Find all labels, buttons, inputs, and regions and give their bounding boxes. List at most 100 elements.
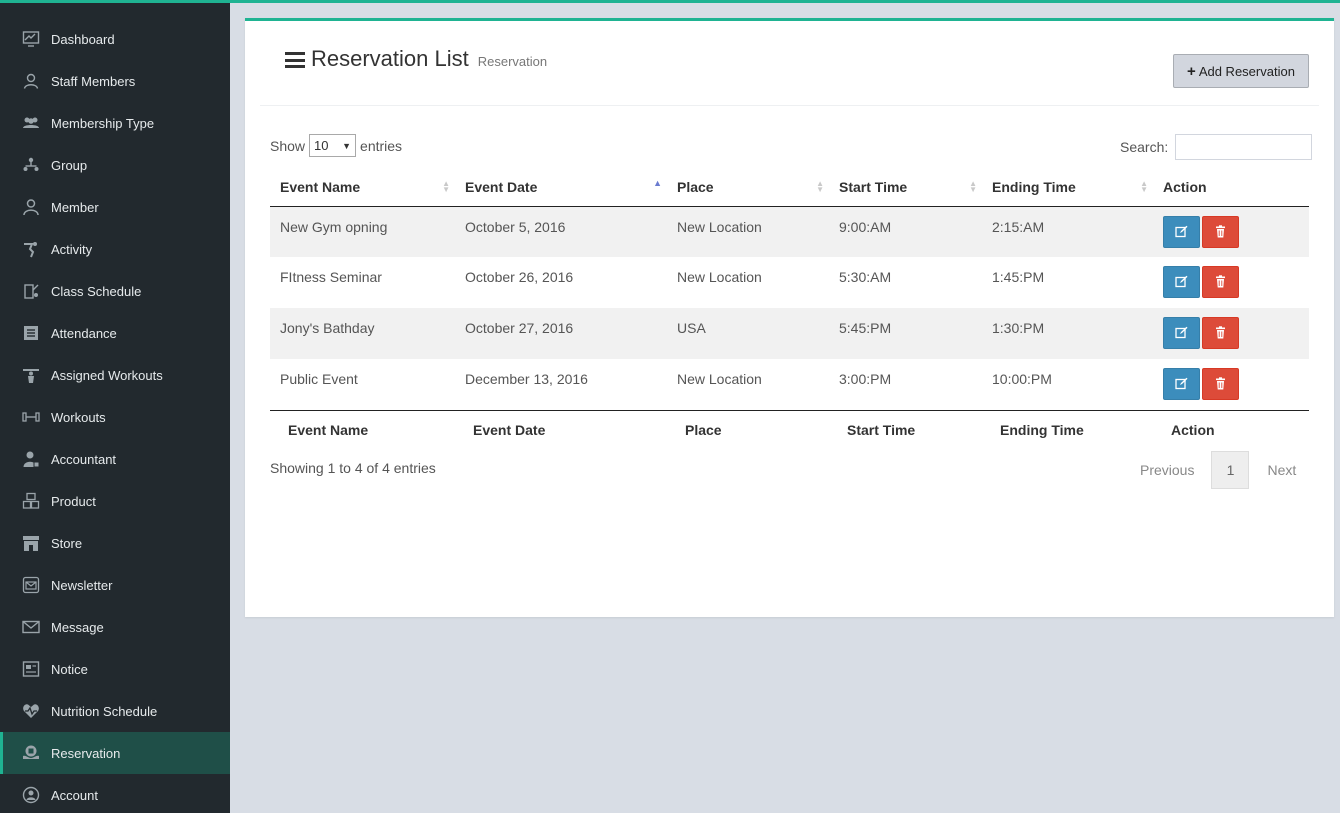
sidebar-item-activity[interactable]: Activity bbox=[0, 228, 230, 270]
sidebar-item-label: Attendance bbox=[51, 325, 117, 341]
column-header-event-name[interactable]: Event Name ▲ ▼ bbox=[270, 169, 455, 207]
sidebar-item-label: Account bbox=[51, 787, 98, 803]
edit-button[interactable] bbox=[1163, 215, 1200, 248]
sidebar-item-membership-type[interactable]: Membership Type bbox=[0, 102, 230, 144]
sidebar-item-label: Store bbox=[51, 535, 83, 551]
membership-icon bbox=[21, 113, 41, 133]
sidebar-item-workouts[interactable]: Workouts bbox=[0, 396, 230, 438]
group-icon bbox=[21, 155, 41, 175]
column-header-ending-time[interactable]: Ending Time ▲ ▼ bbox=[982, 169, 1153, 207]
footer-ending-time: Ending Time bbox=[982, 409, 1153, 450]
table-row: FItness Seminar October 26, 2016 New Loc… bbox=[270, 257, 1309, 308]
table-header-row: Event Name ▲ ▼ Event Date ▲ Place ▲ ▼ Start T… bbox=[270, 169, 1309, 207]
search-control: Search: bbox=[1120, 134, 1313, 160]
sidebar-item-label: Product bbox=[51, 493, 96, 509]
sidebar: Dashboard Staff Members Membership Type … bbox=[0, 3, 230, 813]
sidebar-item-reservation[interactable]: Reservation bbox=[0, 732, 230, 774]
cell-action bbox=[1153, 257, 1309, 308]
newsletter-icon bbox=[21, 575, 41, 595]
sidebar-item-product[interactable]: Product bbox=[0, 480, 230, 522]
entries-length-control: Show 10 ▼ entries bbox=[270, 134, 402, 157]
cell-action bbox=[1153, 359, 1309, 410]
search-label: Search: bbox=[1120, 139, 1169, 155]
panel-header: Reservation List Reservation + Add Reser… bbox=[260, 21, 1319, 106]
sidebar-item-store[interactable]: Store bbox=[0, 522, 230, 564]
pagination: Previous 1 Next bbox=[1123, 451, 1314, 489]
sidebar-item-label: Workouts bbox=[51, 409, 106, 425]
cell-ending-time: 1:45:PM bbox=[992, 269, 1045, 285]
cell-event-date: October 27, 2016 bbox=[465, 320, 574, 336]
nutrition-icon bbox=[21, 701, 41, 721]
sidebar-item-accountant[interactable]: Accountant bbox=[0, 438, 230, 480]
delete-button[interactable] bbox=[1202, 215, 1239, 248]
sidebar-item-newsletter[interactable]: Newsletter bbox=[0, 564, 230, 606]
column-header-action: Action bbox=[1153, 169, 1309, 207]
table-footer-row: Event Name Event Date Place Start Time E… bbox=[270, 409, 1309, 450]
delete-button[interactable] bbox=[1202, 317, 1239, 349]
column-header-event-date[interactable]: Event Date ▲ bbox=[455, 169, 667, 207]
column-header-place[interactable]: Place ▲ ▼ bbox=[667, 169, 829, 207]
add-reservation-button[interactable]: + Add Reservation bbox=[1173, 54, 1309, 88]
page-title: Reservation List bbox=[311, 46, 469, 71]
cell-event-name: New Gym opning bbox=[280, 218, 388, 235]
cell-ending-time: 1:30:PM bbox=[992, 320, 1045, 336]
sort-icon: ▲ ▼ bbox=[442, 179, 450, 194]
plus-icon: + bbox=[1187, 62, 1196, 80]
edit-icon bbox=[1175, 377, 1188, 390]
cell-event-date: December 13, 2016 bbox=[465, 371, 588, 387]
cell-event-name: Jony's Bathday bbox=[280, 320, 375, 336]
trash-icon bbox=[1216, 377, 1225, 390]
sort-icon: ▲ ▼ bbox=[1140, 179, 1148, 194]
edit-icon bbox=[1175, 326, 1188, 339]
cell-place: New Location bbox=[677, 269, 762, 285]
show-label: Show bbox=[270, 137, 306, 154]
sidebar-item-notice[interactable]: Notice bbox=[0, 648, 230, 690]
sidebar-item-label: Dashboard bbox=[51, 31, 115, 47]
sidebar-item-account[interactable]: Account bbox=[0, 774, 230, 813]
sidebar-item-assigned-workouts[interactable]: Assigned Workouts bbox=[0, 354, 230, 396]
sidebar-item-label: Assigned Workouts bbox=[51, 367, 163, 383]
delete-button[interactable] bbox=[1202, 266, 1239, 298]
sidebar-item-class-schedule[interactable]: Class Schedule bbox=[0, 270, 230, 312]
sidebar-item-label: Class Schedule bbox=[51, 283, 142, 299]
edit-button[interactable] bbox=[1163, 317, 1200, 349]
edit-button[interactable] bbox=[1163, 266, 1200, 298]
cell-event-name: Public Event bbox=[280, 371, 358, 387]
entries-value: 10 bbox=[314, 138, 329, 153]
sidebar-item-member[interactable]: Member bbox=[0, 186, 230, 228]
table-row: Jony's Bathday October 27, 2016 USA 5:45… bbox=[270, 308, 1309, 359]
footer-event-name: Event Name bbox=[270, 409, 455, 450]
cell-start-time: 5:45:PM bbox=[839, 320, 892, 336]
sidebar-item-label: Accountant bbox=[51, 451, 117, 467]
member-icon bbox=[21, 197, 41, 217]
sidebar-item-group[interactable]: Group bbox=[0, 144, 230, 186]
assigned-workouts-icon bbox=[21, 365, 41, 385]
edit-button[interactable] bbox=[1163, 368, 1200, 400]
sidebar-item-staff-members[interactable]: Staff Members bbox=[0, 60, 230, 102]
column-header-start-time[interactable]: Start Time ▲ ▼ bbox=[829, 169, 982, 207]
accountant-icon bbox=[21, 449, 41, 469]
next-button[interactable]: Next bbox=[1249, 462, 1314, 478]
sidebar-item-dashboard[interactable]: Dashboard bbox=[0, 18, 230, 60]
workouts-icon bbox=[21, 407, 41, 427]
cell-ending-time: 2:15:AM bbox=[992, 218, 1045, 235]
delete-button[interactable] bbox=[1202, 368, 1239, 400]
class-schedule-icon bbox=[21, 281, 41, 301]
message-icon bbox=[21, 617, 41, 637]
product-icon bbox=[21, 491, 41, 511]
previous-button[interactable]: Previous bbox=[1123, 462, 1211, 478]
footer-action: Action bbox=[1153, 409, 1309, 450]
table-row: Public Event December 13, 2016 New Locat… bbox=[270, 359, 1309, 410]
dashboard-icon bbox=[21, 29, 41, 49]
cell-event-date: October 26, 2016 bbox=[465, 269, 574, 285]
sidebar-item-label: Notice bbox=[51, 661, 88, 677]
entries-select[interactable]: 10 ▼ bbox=[309, 134, 357, 157]
sidebar-item-label: Message bbox=[51, 619, 104, 635]
page-button-1[interactable]: 1 bbox=[1211, 451, 1250, 489]
sidebar-item-nutrition-schedule[interactable]: Nutrition Schedule bbox=[0, 690, 230, 732]
sidebar-item-message[interactable]: Message bbox=[0, 606, 230, 648]
trash-icon bbox=[1216, 275, 1225, 288]
sort-icon: ▲ ▼ bbox=[816, 179, 824, 194]
sidebar-item-attendance[interactable]: Attendance bbox=[0, 312, 230, 354]
search-input[interactable] bbox=[1175, 134, 1313, 160]
